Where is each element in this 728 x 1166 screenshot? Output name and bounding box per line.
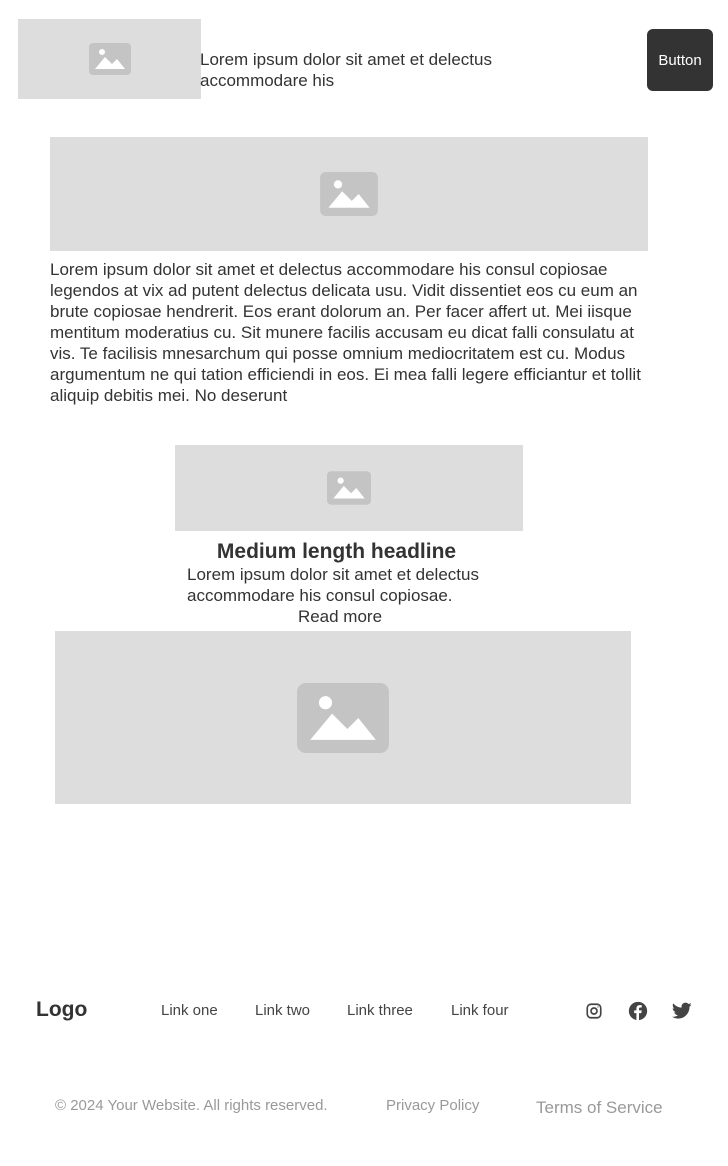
image-placeholder-icon	[297, 682, 389, 753]
card-headline: Medium length headline	[216, 540, 457, 563]
footer-link-one[interactable]: Link one	[161, 1001, 218, 1021]
header-image	[18, 19, 201, 99]
footer-link-two[interactable]: Link two	[255, 1001, 310, 1021]
facebook-icon[interactable]	[627, 1000, 649, 1022]
instagram-icon[interactable]	[583, 1000, 605, 1022]
header-button[interactable]: Button	[647, 29, 713, 91]
image-placeholder-icon	[88, 43, 131, 75]
main-paragraph: Lorem ipsum dolor sit amet et delectus a…	[50, 260, 641, 405]
card-text: Lorem ipsum dolor sit amet et delectus a…	[187, 565, 479, 605]
footer-logo[interactable]: Logo	[36, 997, 87, 1023]
terms-of-service-link[interactable]: Terms of Service	[536, 1097, 663, 1118]
footer-link-four[interactable]: Link four	[451, 1001, 509, 1021]
image-placeholder-icon	[320, 172, 378, 216]
footer-link-three[interactable]: Link three	[347, 1001, 413, 1021]
privacy-policy-link[interactable]: Privacy Policy	[386, 1096, 479, 1115]
twitter-icon[interactable]	[671, 1000, 693, 1022]
large-image	[55, 631, 631, 804]
read-more-link[interactable]: Read more	[180, 606, 500, 627]
card-image	[175, 445, 523, 531]
banner-image	[50, 137, 648, 251]
header-text: Lorem ipsum dolor sit amet et delectus a…	[200, 50, 492, 90]
image-placeholder-icon	[327, 471, 371, 505]
copyright-text: © 2024 Your Website. All rights reserved…	[55, 1097, 328, 1114]
